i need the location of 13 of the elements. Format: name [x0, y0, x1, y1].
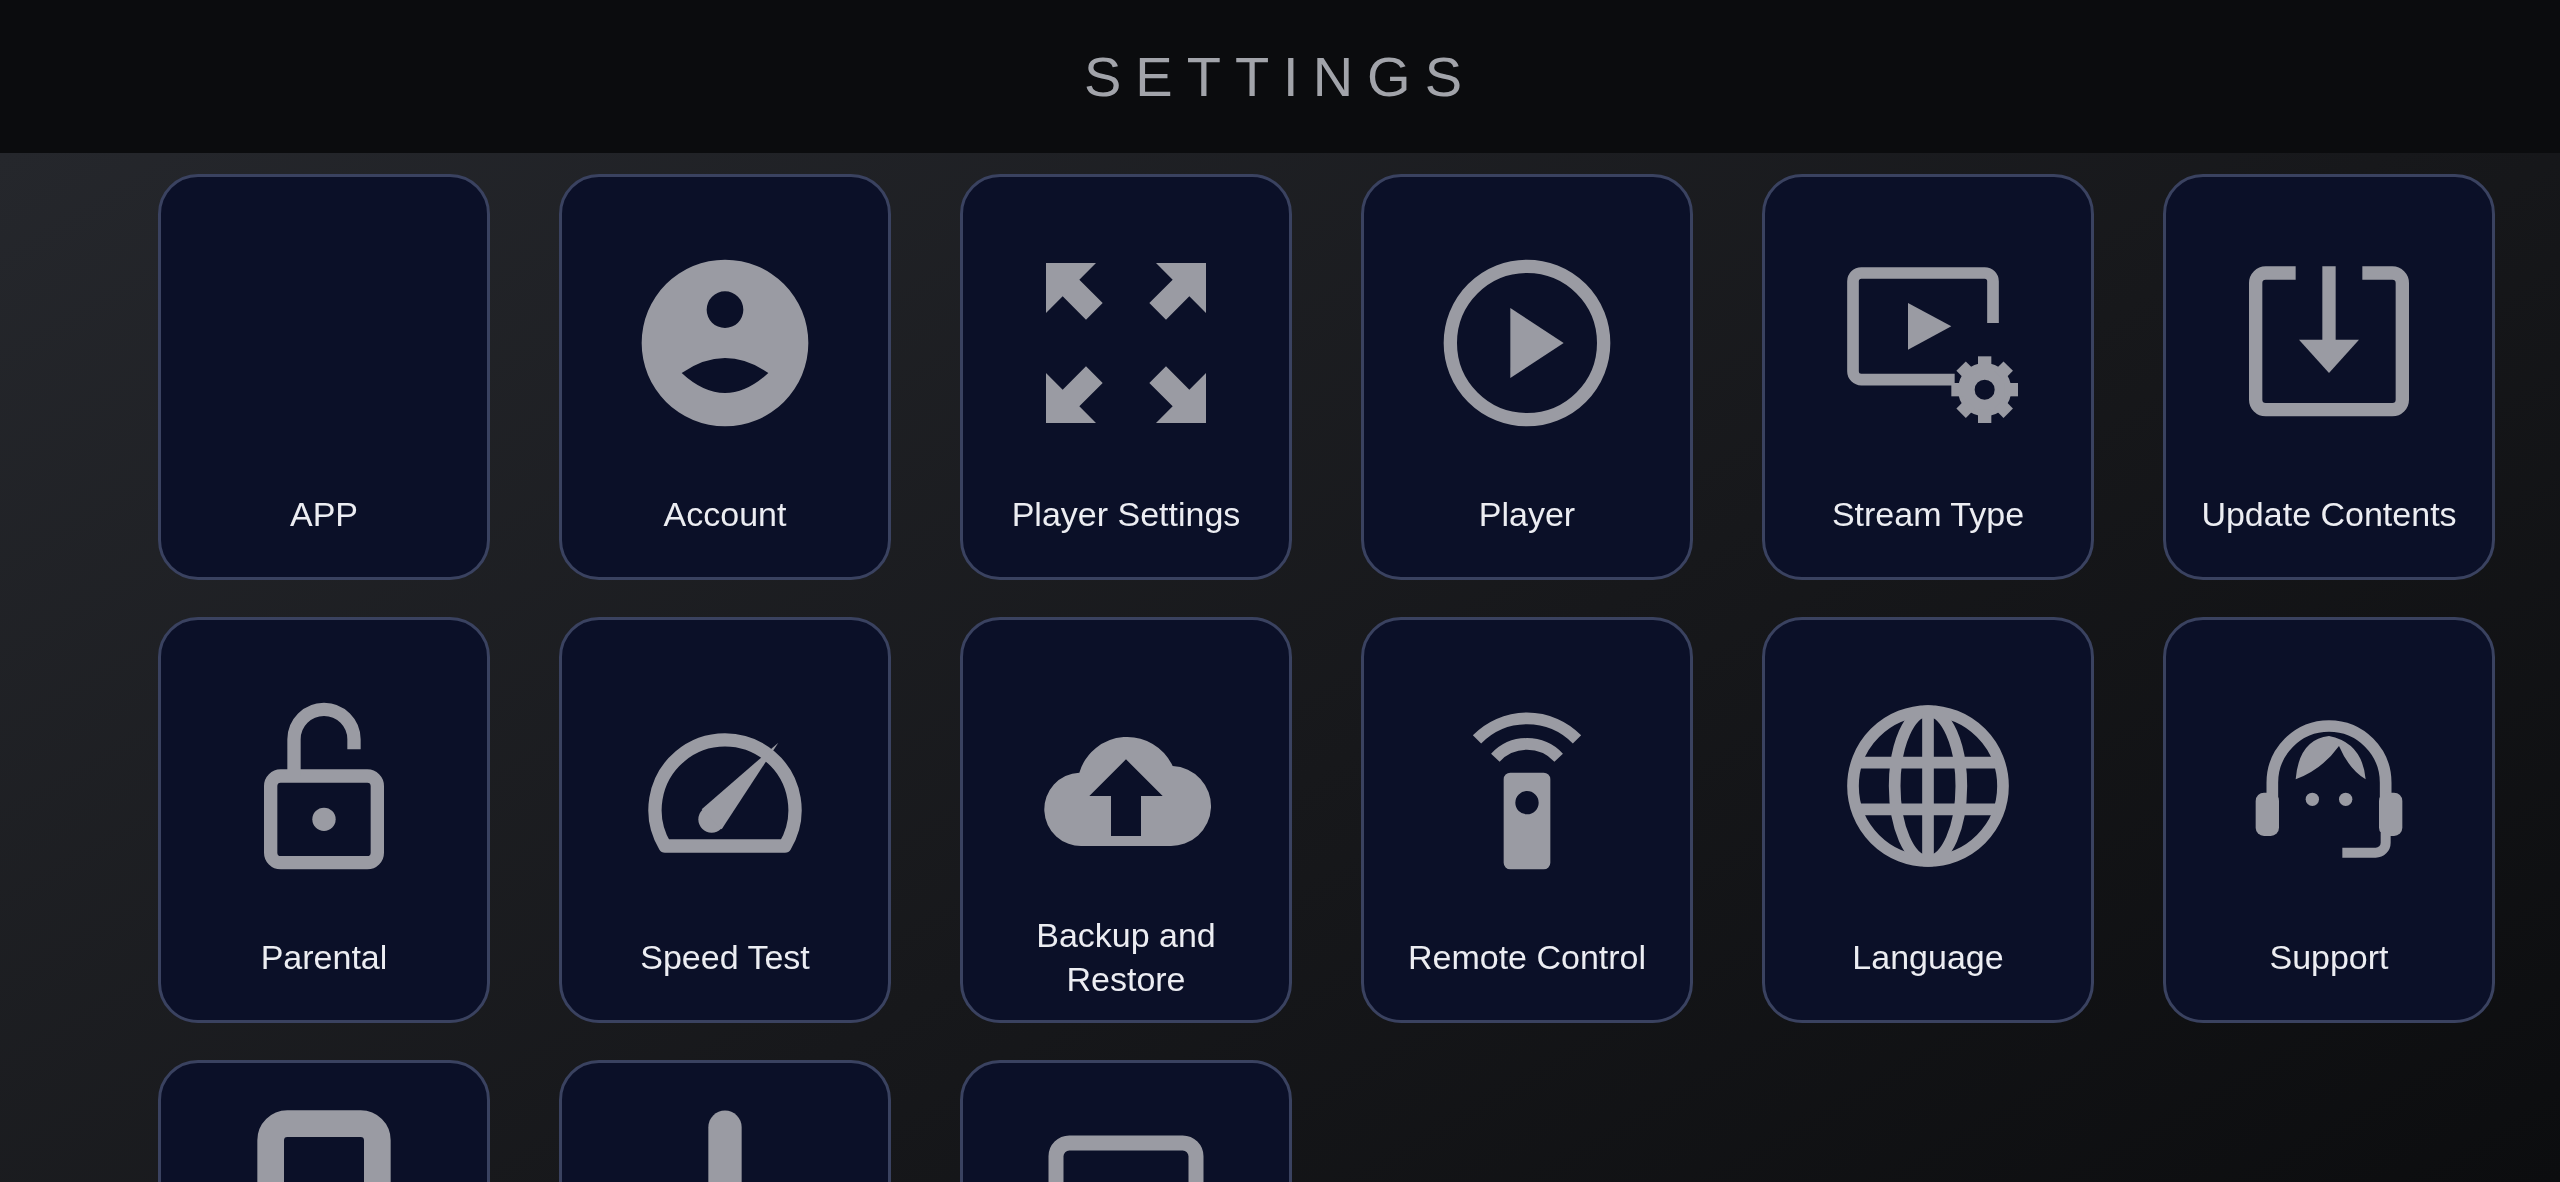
settings-tile[interactable]: APP	[158, 174, 490, 580]
settings-tile[interactable]: Player Settings	[960, 174, 1292, 580]
settings-tile[interactable]: Stream Type	[1762, 174, 2094, 580]
settings-tile[interactable]: Update Contents	[2163, 174, 2495, 580]
settings-tile[interactable]: Backup and Restore	[960, 617, 1292, 1023]
settings-tile[interactable]: Player	[1361, 174, 1693, 580]
settings-tile[interactable]: Account	[559, 174, 891, 580]
settings-tile[interactable]: Parental	[158, 617, 490, 1023]
settings-tile[interactable]: Speed Test	[559, 617, 891, 1023]
settings-tile[interactable]: Remote Control	[1361, 617, 1693, 1023]
settings-tile[interactable]: Support	[2163, 617, 2495, 1023]
page-title: SETTINGS	[1084, 44, 1476, 109]
settings-tile[interactable]: Language	[1762, 617, 2094, 1023]
